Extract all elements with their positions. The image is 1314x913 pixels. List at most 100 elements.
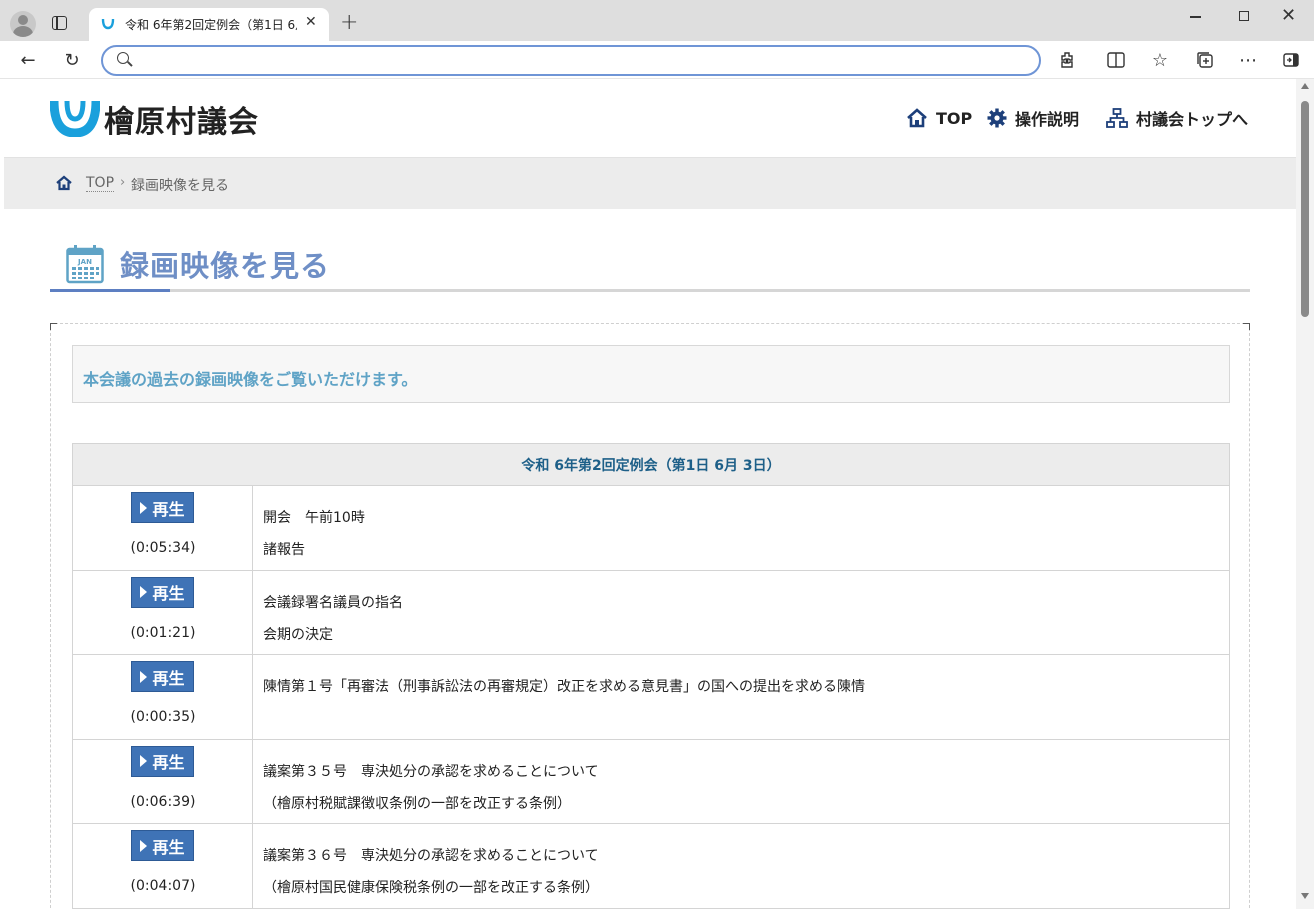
intro-text: 本会議の過去の録画映像をご覧いただけます。 <box>83 370 418 389</box>
nav-top[interactable]: TOP <box>906 107 972 129</box>
breadcrumb-separator: › <box>120 175 126 190</box>
gear-icon <box>987 108 1007 128</box>
page-scrollbar[interactable] <box>1296 79 1314 909</box>
agenda-line: 会議録署名議員の指名 <box>263 594 403 611</box>
intro-box: 本会議の過去の録画映像をご覧いただけます。 <box>72 345 1230 403</box>
calendar-badge-text: JAN <box>77 258 92 266</box>
play-cell: 再生 (0:05:34) <box>73 486 253 570</box>
table-row: 再生 (0:00:35) 陳情第１号「再審法（刑事訴訟法の再審規定）改正を求める… <box>72 655 1230 740</box>
village-logo-icon[interactable] <box>50 97 100 137</box>
breadcrumb-home-icon[interactable] <box>55 175 73 191</box>
sitemap-icon <box>1106 108 1128 128</box>
play-cell: 再生 (0:00:35) <box>73 655 253 739</box>
play-cell: 再生 (0:06:39) <box>73 739 253 823</box>
profile-icon[interactable] <box>10 11 36 37</box>
play-button[interactable]: 再生 <box>131 830 194 861</box>
back-icon[interactable]: ← <box>16 48 40 72</box>
table-row: 再生 (0:06:39) 議案第３５号 専決処分の承認を求めることについて （檜… <box>72 739 1230 824</box>
breadcrumb: TOP › 録画映像を見る <box>4 157 1296 209</box>
page-viewport: 檜原村議会 TOP 操作説明 村議会トップへ TOP › 録画映像を見る JAN… <box>4 79 1296 909</box>
agenda-text: 議案第３５号 専決処分の承認を求めることについて （檜原村税賦課徴収条例の一部を… <box>263 756 1213 820</box>
agenda-text: 会議録署名議員の指名 会期の決定 <box>263 587 1213 651</box>
play-triangle-icon <box>140 501 148 514</box>
agenda-line: 諸報告 <box>263 542 305 558</box>
play-button[interactable]: 再生 <box>131 745 194 777</box>
agenda-line: 陳情第１号「再審法（刑事訴訟法の再審規定）改正を求める意見書」の国への提出を求め… <box>263 679 865 695</box>
session-table: 令和 6年第2回定例会（第1日 6月 3日） 再生 (0:05:34) 開会 午… <box>72 443 1230 909</box>
tab-actions-icon[interactable] <box>52 15 68 31</box>
breadcrumb-current: 録画映像を見る <box>131 178 229 194</box>
browser-tab-active[interactable]: 令和 6年第2回定例会（第1日 6月 3日） ✕ <box>89 8 329 41</box>
window-minimize-icon[interactable] <box>1190 16 1201 18</box>
duration: (0:06:39) <box>130 793 196 810</box>
duration: (0:01:21) <box>130 624 196 641</box>
window-close-icon[interactable]: ✕ <box>1281 5 1296 26</box>
agenda-text: 議案第３６号 専決処分の承認を求めることについて （檜原村国民健康保険税条例の一… <box>263 840 1213 904</box>
heading-underline-accent <box>50 289 170 292</box>
site-logo-text[interactable]: 檜原村議会 <box>104 97 259 141</box>
agenda-text: 陳情第１号「再審法（刑事訴訟法の再審規定）改正を求める意見書」の国への提出を求め… <box>263 671 1213 703</box>
scroll-up-arrow-icon[interactable] <box>1301 83 1309 89</box>
table-row: 再生 (0:01:21) 会議録署名議員の指名 会期の決定 <box>72 570 1230 655</box>
reload-icon[interactable]: ↻ <box>60 48 84 72</box>
nav-top-label: TOP <box>936 108 973 128</box>
site-favicon-icon <box>101 18 115 30</box>
table-row: 再生 (0:05:34) 開会 午前10時 諸報告 <box>72 486 1230 571</box>
table-row: 再生 (0:04:07) 議案第３６号 専決処分の承認を求めることについて （檜… <box>72 824 1230 909</box>
browser-toolbar: ← ↻ ☆ ⋯ <box>0 41 1314 79</box>
favorites-icon[interactable]: ☆ <box>1148 48 1172 72</box>
breadcrumb-top-link[interactable]: TOP <box>86 175 115 192</box>
collections-icon[interactable] <box>1193 48 1217 72</box>
play-button-label: 再生 <box>152 499 185 519</box>
agenda-line: 開会 午前10時 <box>263 510 365 526</box>
window-maximize-icon[interactable] <box>1239 11 1249 21</box>
nav-council-top-label: 村議会トップへ <box>1136 110 1249 129</box>
agenda-line: 会期の決定 <box>263 626 333 643</box>
content-frame: 本会議の過去の録画映像をご覧いただけます。 令和 6年第2回定例会（第1日 6月… <box>50 323 1250 909</box>
agenda-line: （檜原村国民健康保険税条例の一部を改正する条例） <box>263 880 599 896</box>
browser-tab-bar: 令和 6年第2回定例会（第1日 6月 3日） ✕ + ✕ <box>0 0 1314 41</box>
new-tab-icon[interactable]: + <box>340 10 358 35</box>
site-header: 檜原村議会 TOP 操作説明 村議会トップへ <box>4 79 1296 157</box>
sidebar-toggle-icon[interactable] <box>1279 48 1303 72</box>
duration: (0:05:34) <box>130 540 196 556</box>
search-icon <box>117 52 129 64</box>
play-button[interactable]: 再生 <box>131 661 194 692</box>
play-button-label: 再生 <box>152 584 185 603</box>
session-title: 令和 6年第2回定例会（第1日 6月 3日） <box>72 443 1230 486</box>
duration: (0:04:07) <box>130 878 196 894</box>
nav-instructions-label: 操作説明 <box>1015 110 1080 129</box>
duration: (0:00:35) <box>130 709 196 725</box>
agenda-text: 開会 午前10時 諸報告 <box>263 502 1213 566</box>
scroll-down-arrow-icon[interactable] <box>1301 893 1309 899</box>
home-icon <box>907 108 927 128</box>
agenda-line: 議案第３６号 専決処分の承認を求めることについて <box>263 848 599 864</box>
scrollbar-thumb[interactable] <box>1301 101 1309 317</box>
play-button[interactable]: 再生 <box>131 576 194 608</box>
calendar-icon: JAN <box>66 245 104 284</box>
agenda-line: 議案第３５号 専決処分の承認を求めることについて <box>263 763 599 780</box>
address-input[interactable] <box>139 50 1019 72</box>
page-title: 録画映像を見る <box>120 249 331 283</box>
play-triangle-icon <box>140 839 148 852</box>
address-bar[interactable] <box>101 45 1041 76</box>
split-screen-icon[interactable] <box>1104 48 1128 72</box>
extensions-icon[interactable] <box>1056 48 1080 72</box>
tab-title: 令和 6年第2回定例会（第1日 6月 3日） <box>125 18 297 32</box>
heading-underline <box>50 289 1250 292</box>
page-heading: JAN 録画映像を見る <box>50 237 1250 293</box>
agenda-line: （檜原村税賦課徴収条例の一部を改正する条例） <box>263 795 571 812</box>
play-cell: 再生 (0:04:07) <box>73 824 253 908</box>
nav-instructions[interactable]: 操作説明 <box>987 107 1079 129</box>
play-triangle-icon <box>140 670 148 683</box>
play-cell: 再生 (0:01:21) <box>73 570 253 654</box>
play-button-label: 再生 <box>152 837 185 857</box>
play-button-label: 再生 <box>152 753 185 772</box>
tab-close-icon[interactable]: ✕ <box>305 14 317 30</box>
nav-council-top[interactable]: 村議会トップへ <box>1106 107 1248 129</box>
play-triangle-icon <box>140 755 148 767</box>
play-button[interactable]: 再生 <box>131 492 194 523</box>
play-button-label: 再生 <box>152 668 185 688</box>
play-triangle-icon <box>140 586 148 598</box>
more-menu-icon[interactable]: ⋯ <box>1236 48 1260 72</box>
